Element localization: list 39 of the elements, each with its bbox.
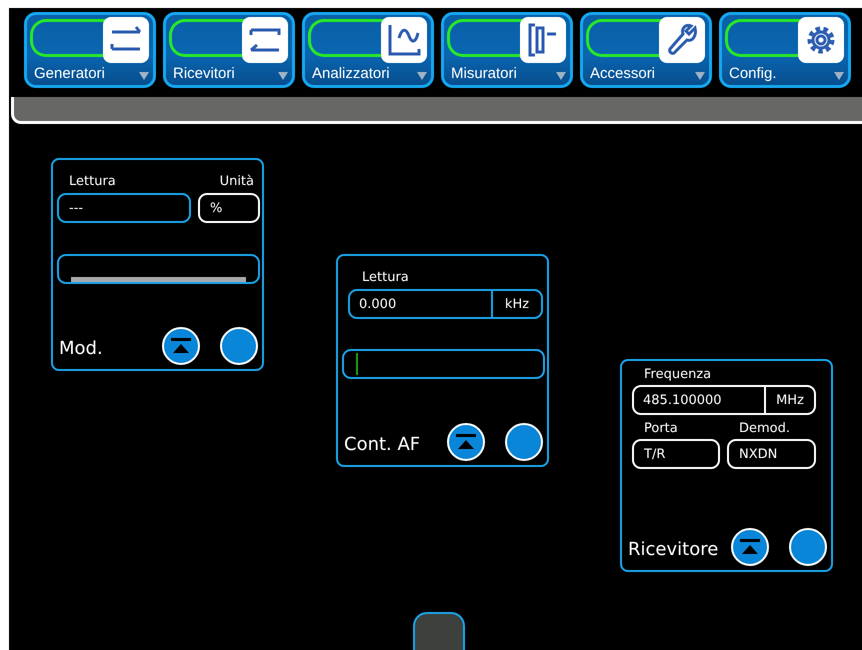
- round-button[interactable]: [220, 327, 258, 365]
- menu-button[interactable]: Generatori: [24, 12, 156, 88]
- menu-button[interactable]: Config.: [719, 12, 851, 88]
- collapse-button[interactable]: [731, 528, 769, 566]
- menu-button[interactable]: Analizzatori: [302, 12, 434, 88]
- round-button[interactable]: [789, 528, 827, 566]
- dropdown-icon: [695, 72, 705, 80]
- dropdown-icon: [139, 72, 149, 80]
- dropdown-icon: [834, 72, 844, 80]
- demod-field[interactable]: NXDN: [727, 439, 816, 469]
- round-button[interactable]: [505, 423, 543, 461]
- reading-label: Lettura: [69, 174, 116, 189]
- dropdown-icon: [417, 72, 427, 80]
- demod-label: Demod.: [739, 421, 790, 436]
- port-field[interactable]: T/R: [632, 439, 720, 469]
- collapse-icon: [455, 433, 477, 451]
- port-label: Porta: [644, 421, 678, 436]
- reading-label: Lettura: [362, 270, 409, 285]
- tile-title: Mod.: [59, 338, 103, 359]
- meter-needle: [356, 353, 358, 375]
- collapse-icon: [739, 538, 761, 556]
- collapse-button[interactable]: [162, 327, 200, 365]
- collapse-icon: [170, 337, 192, 355]
- frequency-label: Frequenza: [644, 367, 712, 382]
- frequency-field[interactable]: 485.100000 MHz: [632, 385, 816, 415]
- bottom-tab[interactable]: [413, 612, 465, 650]
- dropdown-icon: [278, 72, 288, 80]
- tile-title: Cont. AF: [344, 434, 420, 455]
- dropdown-icon: [556, 72, 566, 80]
- tile-title: Ricevitore: [628, 539, 718, 560]
- menu-button[interactable]: Accessori: [580, 12, 712, 88]
- collapse-button[interactable]: [447, 423, 485, 461]
- reading-field: 0.000 kHz: [348, 289, 543, 319]
- menu-button[interactable]: Misuratori: [441, 12, 573, 88]
- reading-field: ---: [57, 193, 191, 223]
- unit-field[interactable]: %: [198, 193, 260, 223]
- unit-label: Unità: [220, 174, 254, 189]
- waveform-chart-icon: [386, 22, 422, 58]
- menu-button[interactable]: Ricevitori: [163, 12, 295, 88]
